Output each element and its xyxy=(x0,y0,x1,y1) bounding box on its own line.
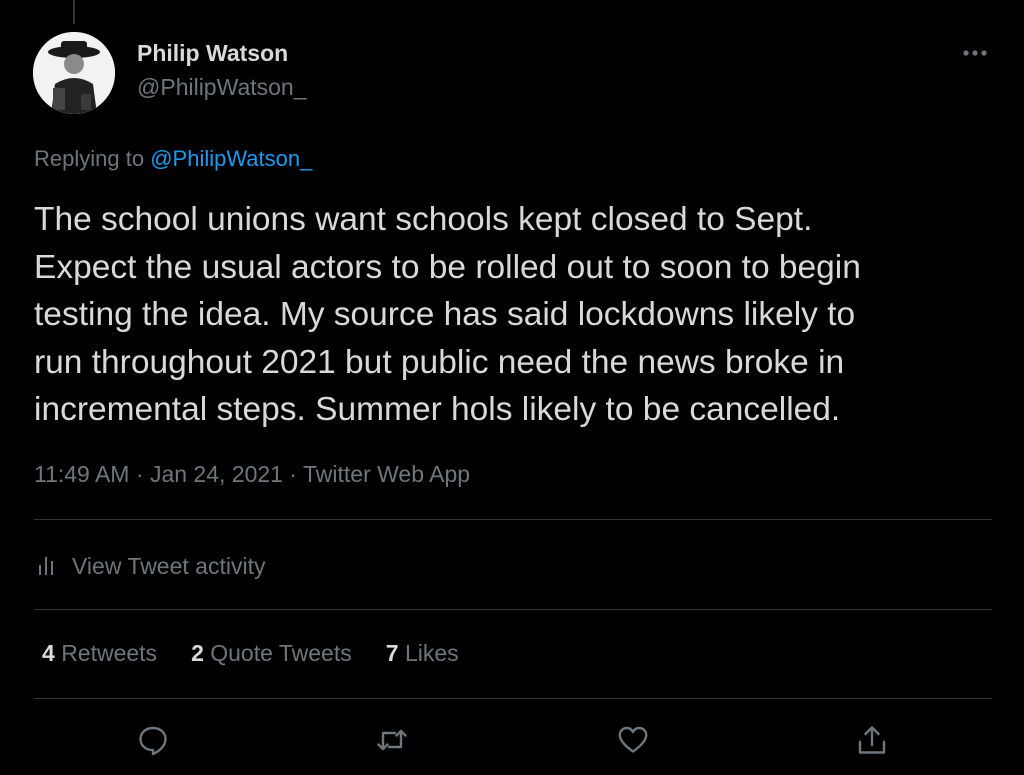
tweet-text-line: run throughout 2021 but public need the … xyxy=(34,343,845,381)
engagement-stats: 4 Retweets 2 Quote Tweets 7 Likes xyxy=(42,640,493,667)
tweet-text: The school unions want schools kept clos… xyxy=(34,196,984,434)
author-name[interactable]: Philip Watson xyxy=(137,40,288,67)
retweets-stat[interactable]: 4 Retweets xyxy=(42,640,157,667)
avatar-photo xyxy=(33,32,115,114)
view-tweet-activity-button[interactable]: View Tweet activity xyxy=(34,548,265,584)
tweet-text-line: Expect the usual actors to be rolled out… xyxy=(34,248,861,286)
tweet-text-line: incremental steps. Summer hols likely to… xyxy=(34,391,841,428)
quote-tweets-stat[interactable]: 2 Quote Tweets xyxy=(191,640,352,667)
author-handle[interactable]: @PhilipWatson_ xyxy=(137,74,307,101)
likes-label: Likes xyxy=(404,640,459,666)
heart-icon xyxy=(618,726,648,753)
thread-connector-line xyxy=(73,0,75,24)
tweet-date[interactable]: Jan 24, 2021 xyxy=(150,461,283,487)
quote-tweets-label: Quote Tweets xyxy=(210,640,352,666)
replying-to-label: Replying to xyxy=(34,146,145,171)
retweets-label: Retweets xyxy=(61,640,158,666)
retweet-button[interactable] xyxy=(372,720,412,760)
view-tweet-activity-label: View Tweet activity xyxy=(72,552,266,579)
reply-button[interactable] xyxy=(133,720,173,760)
likes-count: 7 xyxy=(385,640,399,666)
avatar[interactable] xyxy=(33,32,115,114)
replying-to-mention-link[interactable]: @PhilipWatson_ xyxy=(150,146,312,171)
tweet-text-line: testing the idea. My source has said loc… xyxy=(34,296,856,333)
retweet-icon xyxy=(377,729,407,751)
share-icon xyxy=(858,726,886,754)
more-icon xyxy=(963,50,987,56)
bar-chart-icon xyxy=(34,553,60,579)
divider xyxy=(34,519,992,520)
tweet-time[interactable]: 11:49 AM xyxy=(34,461,129,487)
tweet-source-link[interactable]: Twitter Web App xyxy=(303,461,470,487)
meta-separator: · xyxy=(135,461,144,487)
meta-separator: · xyxy=(289,461,298,487)
divider xyxy=(34,609,992,610)
likes-stat[interactable]: 7 Likes xyxy=(386,640,459,667)
divider xyxy=(34,698,992,699)
share-button[interactable] xyxy=(852,720,892,760)
retweets-count: 4 xyxy=(42,640,55,666)
tweet-metadata: 11:49 AM · Jan 24, 2021 · Twitter Web Ap… xyxy=(34,461,470,488)
tweet-text-line: The school unions want schools kept clos… xyxy=(34,201,813,238)
quote-tweets-count: 2 xyxy=(191,640,204,666)
reply-icon xyxy=(139,726,167,756)
more-options-button[interactable] xyxy=(955,38,995,68)
like-button[interactable] xyxy=(613,720,653,760)
replying-to: Replying to @PhilipWatson_ xyxy=(34,146,312,172)
